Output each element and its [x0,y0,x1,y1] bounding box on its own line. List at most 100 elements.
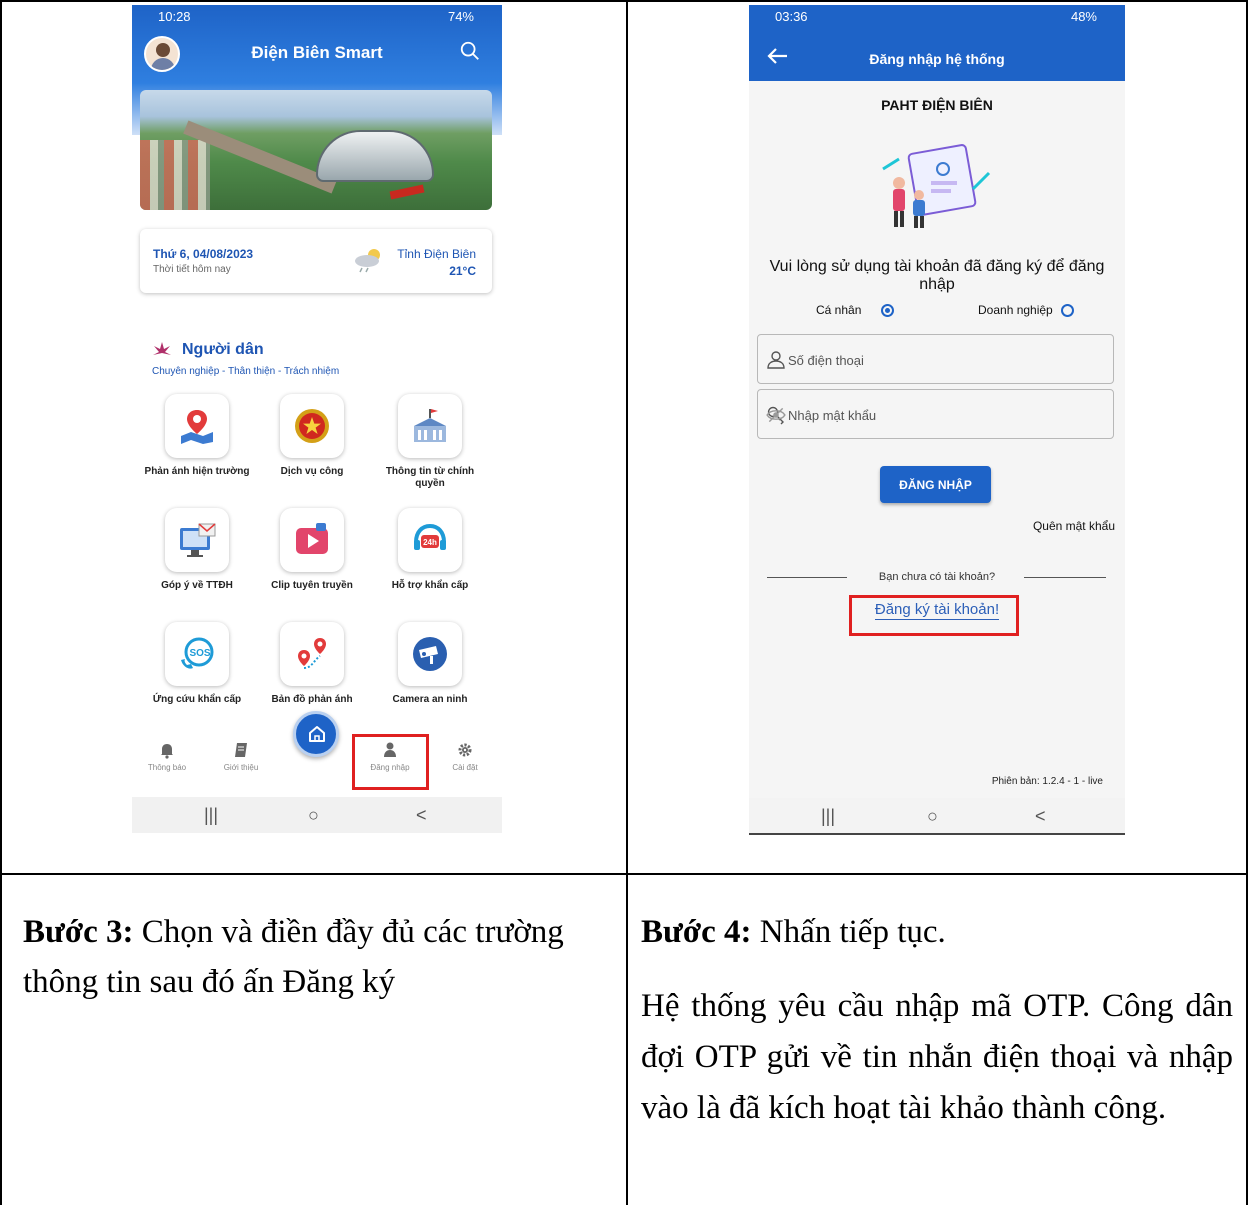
home-icon [309,726,325,742]
back-button[interactable]: < [416,805,427,826]
tile-government-info[interactable]: Thông tin từ chính quyền [375,394,485,504]
svg-text:24h: 24h [423,538,437,547]
tab-settings[interactable]: Cài đặt [430,741,500,772]
tile-label: Dịch vụ công [280,466,344,477]
video-play-icon [296,523,328,554]
tile-security-camera[interactable]: Camera an ninh [375,622,485,732]
cloud-sun-icon [355,249,380,273]
tile-report-scene[interactable]: Phản ánh hiện trường [142,394,252,504]
user-icon [767,351,785,369]
radio-personal[interactable]: Cá nhân [816,303,895,318]
svg-text:SOS: SOS [189,648,210,659]
eye-off-icon[interactable] [766,405,786,425]
battery-level: 74% [447,9,474,24]
step-3-label: Bước 3: [23,914,134,950]
weather-temperature: 21°C [449,264,476,278]
tile-label: Camera an ninh [392,694,468,705]
section-title: Người dân [182,341,264,358]
highlight-box-login-tab [352,734,429,790]
version-text: Phiên bản: 1.2.4 - 1 - live [991,776,1103,787]
weather-subtitle: Thời tiết hôm nay [153,264,231,275]
step-4-label: Bước 4: [641,914,752,950]
banner-monument [316,130,434,182]
login-title: Đăng nhập hệ thống [869,51,1005,67]
status-time: 10:28 [158,9,191,24]
table-divider-vertical [626,0,628,1205]
tile-clip[interactable]: Clip tuyên truyền [257,508,367,618]
security-camera-icon [413,637,447,671]
table-divider-horizontal [0,873,1248,875]
tile-label: Phản ánh hiện trường [144,466,250,477]
tab-notifications[interactable]: Thông báo [132,741,202,772]
home-button[interactable]: ○ [927,806,938,827]
weather-date: Thứ 6, 04/08/2023 [153,247,254,261]
step-4-detail: Hệ thống yêu cầu nhập mã OTP. Công dân đ… [641,988,1233,1126]
phone-number-field[interactable] [757,334,1114,384]
android-nav-bar: ||| ○ < [132,797,502,833]
book-icon [235,743,247,757]
table-border-top [0,0,1248,2]
gear-icon [458,743,472,757]
status-bar: 10:28 74% [132,5,502,27]
search-icon[interactable] [459,40,481,62]
sos-phone-icon: SOS [181,637,214,669]
home-fab-button[interactable] [293,711,339,757]
tile-label: Góp ý về TTĐH [161,580,233,591]
phone-screenshot-login: 03:36 48% Đăng nhập hệ thống PAHT ĐIỆN B… [749,5,1125,835]
government-building-icon [414,409,446,442]
no-account-text: Bạn chưa có tài khoản? [878,571,996,583]
step-3-caption: Bước 3: Chọn và điền đầy đủ các trường t… [23,907,603,1007]
tile-emergency-support[interactable]: 24h Hỗ trợ khẩn cấp [375,508,485,618]
radio-business[interactable]: Doanh nghiệp [978,303,1074,318]
login-instruction: Vui lòng sử dụng tài khoản đã đăng ký để… [769,258,1105,293]
highlight-box-register [849,595,1019,636]
banner-houses [140,140,210,210]
tile-label: Bản đồ phản ánh [271,694,353,705]
radio-selected-icon[interactable] [881,304,895,318]
tile-label: Hỗ trợ khẩn cấp [391,580,469,591]
city-banner-image [140,90,492,210]
radio-personal-label: Cá nhân [816,303,862,317]
status-bar: 03:36 48% [749,5,1125,27]
computer-mail-icon [180,523,216,557]
phone-number-input[interactable] [788,349,1068,371]
recent-apps-button[interactable]: ||| [204,805,218,826]
tile-label: Ứng cứu khẩn cấp [152,694,242,705]
tab-label: Cài đặt [452,763,478,772]
map-pins-icon [298,638,326,669]
support-24h-icon: 24h [414,523,446,550]
tile-label: Clip tuyên truyền [271,580,353,591]
brand-title: PAHT ĐIỆN BIÊN [881,97,993,113]
section-subtitle: Chuyên nghiệp - Thân thiện - Trách nhiệm [152,366,340,377]
step-4-text: Nhấn tiếp tục. [751,914,946,950]
location-map-icon [181,410,213,444]
tab-introduction[interactable]: Giới thiệu [206,741,276,772]
weather-location: Tỉnh Điện Biên [397,247,476,261]
phone-screenshot-home: 10:28 74% Điện Biên Smart Thứ 6, 04/08/2… [132,5,502,833]
tile-public-service[interactable]: Dịch vụ công [257,394,367,504]
tile-feedback[interactable]: Góp ý về TTĐH [142,508,252,618]
recent-apps-button[interactable]: ||| [821,806,835,827]
lotus-icon [153,342,171,355]
bell-icon [161,744,173,759]
weather-card: Thứ 6, 04/08/2023 Thời tiết hôm nay Tỉnh… [140,229,492,293]
step-4-caption: Bước 4: Nhấn tiếp tục. Hệ thống yêu cầu … [641,907,1233,1134]
status-time: 03:36 [775,9,808,24]
home-button[interactable]: ○ [308,805,319,826]
back-button[interactable]: < [1035,806,1046,827]
tile-label: Thông tin từ chính quyền [385,466,475,489]
radio-business-label: Doanh nghiệp [978,303,1053,317]
radio-unselected-icon[interactable] [1060,304,1074,318]
password-field[interactable] [757,389,1114,439]
forgot-password-link[interactable]: Quên mật khẩu [1033,519,1115,533]
tile-emergency-rescue[interactable]: SOS Ứng cứu khẩn cấp [142,622,252,732]
national-emblem-icon [295,409,329,443]
login-button[interactable]: ĐĂNG NHẬP [880,466,991,503]
password-input[interactable] [788,404,1068,426]
banner-sign [389,184,425,200]
tab-label: Thông báo [147,763,187,772]
battery-level: 48% [1070,9,1097,24]
table-border-left [0,0,2,1205]
android-nav-bar: ||| ○ < [749,798,1125,833]
tab-label: Giới thiệu [223,763,259,772]
